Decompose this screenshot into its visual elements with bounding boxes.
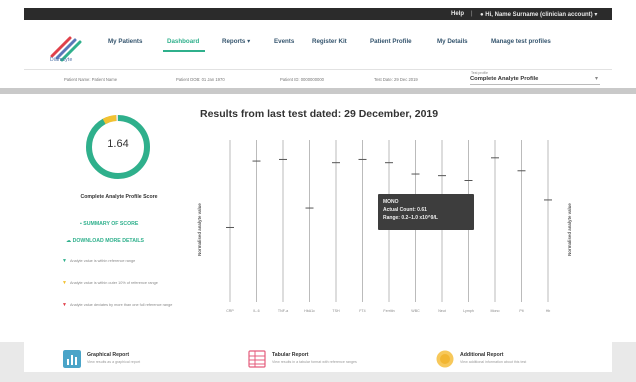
graphical-report-title: Graphical Report <box>87 352 130 358</box>
topbar-separator: | <box>471 11 473 17</box>
download-icon: ☁ <box>66 238 72 244</box>
x-tick-label: TNF-a <box>278 309 288 313</box>
marker-icon-green: ▼ <box>62 258 67 264</box>
tabular-report-title: Tabular Report <box>272 352 309 358</box>
nav-manage-test-profiles[interactable]: Manage test profiles <box>491 38 551 45</box>
x-tick-label: Lymph <box>463 309 474 313</box>
download-details-link[interactable]: ☁ DOWNLOAD MORE DETAILS <box>66 238 144 244</box>
nav-reports[interactable]: Reports ▾ <box>222 38 250 45</box>
filter-patient-name: Patient Name: Patient Name <box>64 77 118 82</box>
nav-patient-profile[interactable]: Patient Profile <box>370 38 412 45</box>
document-icon: ▪ <box>80 221 82 227</box>
x-tick-label: CRP <box>226 309 234 313</box>
analyte-tooltip: MONO Actual Count: 0.61 Range: 0.2–1.0 x… <box>378 194 474 230</box>
additional-report-title: Additional Report <box>460 352 504 358</box>
graphical-report-card[interactable]: Graphical Report View results as a graph… <box>63 348 213 372</box>
marker-icon-yellow: ▼ <box>62 280 67 286</box>
top-bar: Help | ● Hi, Name Surname (clinician acc… <box>24 8 612 20</box>
info-icon <box>436 350 454 368</box>
tabular-report-card[interactable]: Tabular Report View results in a tabular… <box>248 348 418 372</box>
chevron-down-icon: ▾ <box>594 76 598 82</box>
score-label: Complete Analyte Profile Score <box>80 194 158 200</box>
results-title: Results from last test dated: 29 Decembe… <box>200 108 439 120</box>
tooltip-title: MONO <box>383 199 399 205</box>
x-tick-label: FT4 <box>359 309 365 313</box>
tooltip-range: Range: 0.2–1.0 x10^9/L <box>383 215 438 221</box>
nav-my-patients[interactable]: My Patients <box>108 38 142 45</box>
graphical-report-subtitle: View results as a graphical report <box>87 360 141 364</box>
nav-my-details[interactable]: My Details <box>437 38 468 45</box>
x-tick-label: Mono <box>491 309 500 313</box>
filter-test-date: Test Date: 29 Dec 2019 <box>374 77 418 82</box>
x-tick-label: TSH <box>332 309 340 313</box>
user-menu[interactable]: ● Hi, Name Surname (clinician account) ▾ <box>480 11 597 18</box>
nav-events[interactable]: Events <box>274 38 294 45</box>
tabular-report-subtitle: View results in a tabular format with re… <box>272 360 357 364</box>
x-tick-label: Hb <box>546 309 551 313</box>
nav-register-kit[interactable]: Register Kit <box>312 38 347 45</box>
brand-name: Diamcyte <box>50 57 73 63</box>
user-icon: ● <box>480 12 484 18</box>
additional-report-card[interactable]: Additional Report View additional inform… <box>436 348 586 372</box>
user-name: Hi, Name Surname (clinician account) <box>485 12 593 18</box>
x-tick-label: Ferritin <box>383 309 394 313</box>
tooltip-actual-count: Actual Count: 0.61 <box>383 207 427 213</box>
test-profile-select[interactable]: Complete Analyte Profile ▾ <box>470 75 600 85</box>
x-tick-label: Neut <box>438 309 446 313</box>
help-link[interactable]: Help <box>451 11 464 17</box>
x-tick-label: WBC <box>411 309 420 313</box>
nav-dashboard[interactable]: Dashboard <box>167 38 199 45</box>
x-tick-label: Plt <box>519 309 523 313</box>
summary-of-score-link[interactable]: ▪ SUMMARY OF SCORE <box>80 221 138 227</box>
chevron-down-icon: ▾ <box>594 12 598 18</box>
marker-icon-red: ▼ <box>62 302 67 308</box>
filter-patient-dob: Patient DOB: 01 Jan 1970 <box>176 77 225 82</box>
table-icon <box>248 350 266 368</box>
additional-report-subtitle: View additional information about this t… <box>460 360 527 364</box>
x-tick-label: IL-6 <box>253 309 259 313</box>
bar-chart-icon <box>63 350 81 368</box>
patient-filter-bar: Patient Name: Patient Name Patient DOB: … <box>24 70 612 88</box>
y-axis-label-left: Normalised analyte value <box>196 203 202 256</box>
test-profile-value: Complete Analyte Profile <box>470 76 539 82</box>
filter-patient-id: Patient ID: 0000000000 <box>280 77 325 82</box>
nav-active-indicator <box>163 50 205 52</box>
score-value: 1.64 <box>107 138 129 150</box>
main-navbar: Diamcyte My Patients Dashboard Reports ▾… <box>24 20 612 70</box>
x-tick-label: HbA1c <box>304 309 315 313</box>
